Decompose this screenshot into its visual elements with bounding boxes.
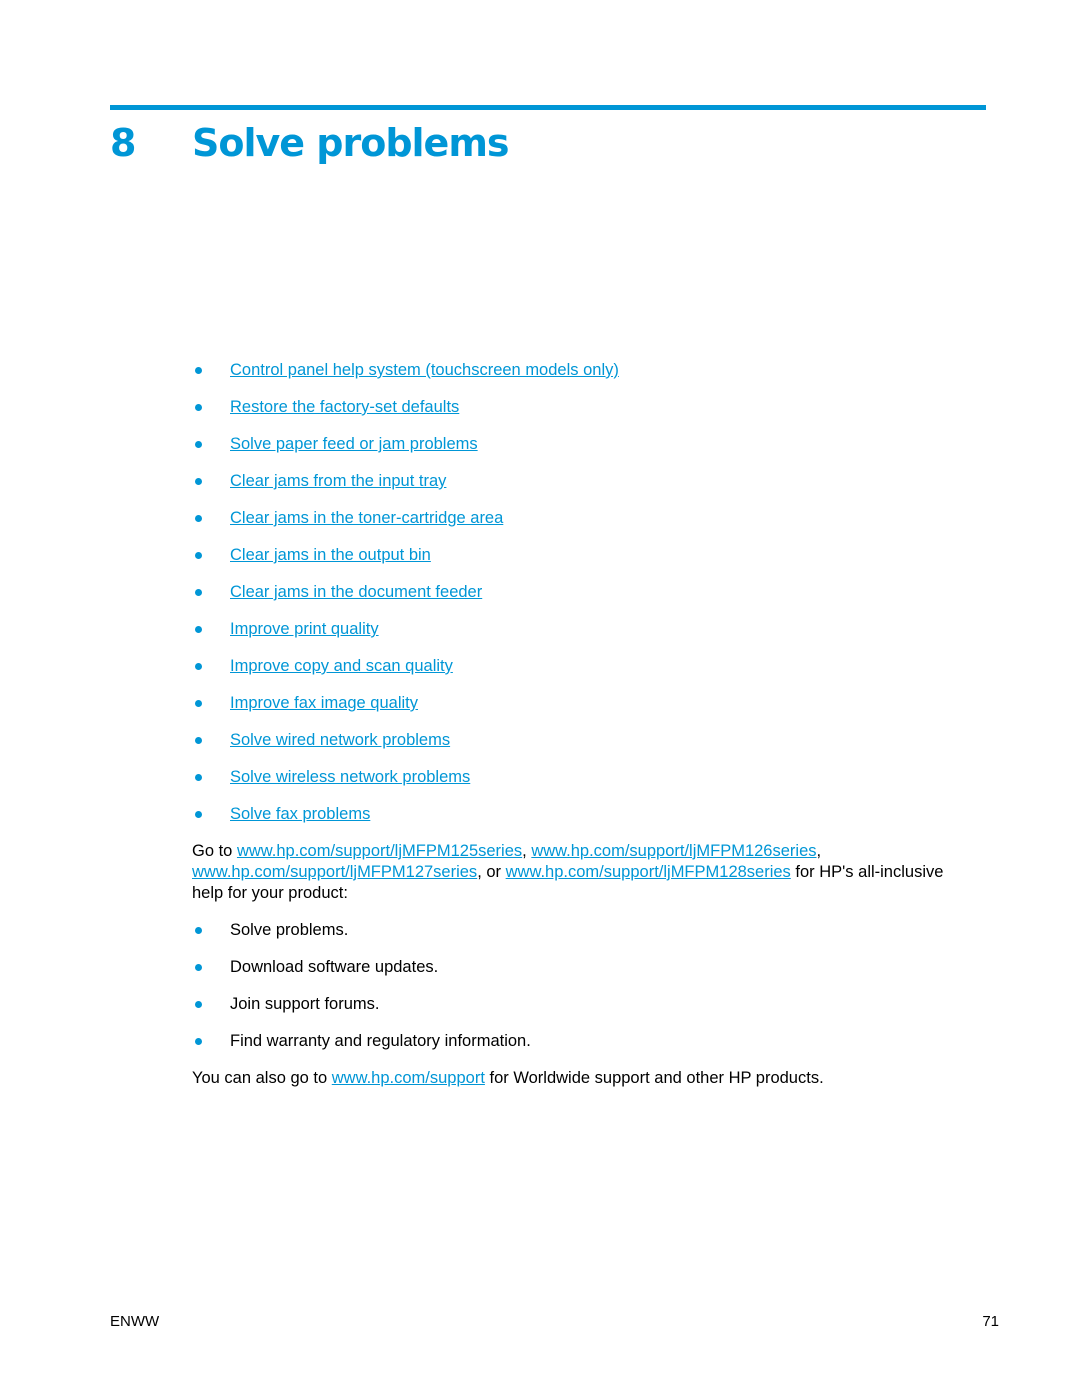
toc-link-copy-scan-quality[interactable]: Improve copy and scan quality: [230, 657, 453, 675]
support-link-m128[interactable]: www.hp.com/support/ljMFPM128series: [506, 863, 791, 881]
bullet-icon: [195, 626, 202, 633]
bullet-icon: [195, 367, 202, 374]
support-item-label: Find warranty and regulatory information…: [230, 1032, 531, 1050]
toc-list-item: Clear jams from the input tray: [192, 471, 952, 508]
toc-link-fax-problems[interactable]: Solve fax problems: [230, 805, 370, 823]
bullet-icon: [195, 811, 202, 818]
toc-link-restore-defaults[interactable]: Restore the factory-set defaults: [230, 398, 459, 416]
support-list-item: Download software updates.: [192, 957, 952, 994]
bullet-icon: [195, 1001, 202, 1008]
toc-list-item: Clear jams in the output bin: [192, 545, 952, 582]
chapter-number: 8: [110, 121, 136, 165]
bullet-icon: [195, 552, 202, 559]
toc-list-item: Control panel help system (touchscreen m…: [192, 360, 952, 397]
toc-link-jams-output-bin[interactable]: Clear jams in the output bin: [230, 546, 431, 564]
toc-list-item: Improve print quality: [192, 619, 952, 656]
support-paragraph: Go to www.hp.com/support/ljMFPM125series…: [192, 841, 952, 904]
footer-locale-code: ENWW: [110, 1313, 160, 1330]
toc-list-item: Solve paper feed or jam problems: [192, 434, 952, 471]
bullet-icon: [195, 1038, 202, 1045]
separator: ,: [522, 842, 532, 860]
support-item-label: Solve problems.: [230, 921, 349, 939]
support-link-m127[interactable]: www.hp.com/support/ljMFPM127series: [192, 863, 477, 881]
bullet-icon: [195, 964, 202, 971]
toc-link-paper-feed-jam[interactable]: Solve paper feed or jam problems: [230, 435, 478, 453]
support-link-m125[interactable]: www.hp.com/support/ljMFPM125series: [237, 842, 522, 860]
chapter-title: Solve problems: [192, 121, 510, 165]
support-item-list: Solve problems. Download software update…: [192, 920, 952, 1068]
toc-link-wired-network[interactable]: Solve wired network problems: [230, 731, 450, 749]
worldwide-paragraph-suffix: for Worldwide support and other HP produ…: [484, 1069, 824, 1087]
toc-list-item: Improve copy and scan quality: [192, 656, 952, 693]
bullet-icon: [195, 737, 202, 744]
toc-link-jams-toner-cartridge[interactable]: Clear jams in the toner-cartridge area: [230, 509, 503, 527]
worldwide-support-paragraph: You can also go to www.hp.com/support fo…: [192, 1068, 952, 1089]
toc-list-item: Solve wired network problems: [192, 730, 952, 767]
separator: , or: [477, 863, 506, 881]
support-item-label: Join support forums.: [230, 995, 380, 1013]
page-number: 71: [982, 1313, 999, 1330]
toc-list-item: Clear jams in the toner-cartridge area: [192, 508, 952, 545]
worldwide-paragraph-prefix: You can also go to: [192, 1069, 332, 1087]
toc-list-item: Solve fax problems: [192, 804, 952, 841]
bullet-icon: [195, 478, 202, 485]
toc-list-item: Solve wireless network problems: [192, 767, 952, 804]
toc-link-fax-image-quality[interactable]: Improve fax image quality: [230, 694, 418, 712]
bullet-icon: [195, 589, 202, 596]
support-paragraph-prefix: Go to: [192, 842, 237, 860]
support-list-item: Solve problems.: [192, 920, 952, 957]
chapter-rule: [110, 105, 986, 110]
support-list-item: Join support forums.: [192, 994, 952, 1031]
bullet-icon: [195, 441, 202, 448]
bullet-icon: [195, 663, 202, 670]
toc-list-item: Clear jams in the document feeder: [192, 582, 952, 619]
toc-link-print-quality[interactable]: Improve print quality: [230, 620, 379, 638]
chapter-content: Control panel help system (touchscreen m…: [192, 360, 952, 1089]
bullet-icon: [195, 515, 202, 522]
toc-link-wireless-network[interactable]: Solve wireless network problems: [230, 768, 470, 786]
separator: ,: [816, 842, 822, 860]
bullet-icon: [195, 700, 202, 707]
toc-link-list: Control panel help system (touchscreen m…: [192, 360, 952, 841]
bullet-icon: [195, 404, 202, 411]
toc-link-jams-document-feeder[interactable]: Clear jams in the document feeder: [230, 583, 482, 601]
worldwide-support-link[interactable]: www.hp.com/support: [332, 1069, 485, 1087]
support-link-m126[interactable]: www.hp.com/support/ljMFPM126series: [531, 842, 816, 860]
toc-link-control-panel-help[interactable]: Control panel help system (touchscreen m…: [230, 361, 619, 379]
chapter-heading: 8 Solve problems: [110, 116, 510, 170]
support-list-item: Find warranty and regulatory information…: [192, 1031, 952, 1068]
toc-list-item: Restore the factory-set defaults: [192, 397, 952, 434]
support-item-label: Download software updates.: [230, 958, 439, 976]
toc-list-item: Improve fax image quality: [192, 693, 952, 730]
toc-link-jams-input-tray[interactable]: Clear jams from the input tray: [230, 472, 446, 490]
bullet-icon: [195, 774, 202, 781]
bullet-icon: [195, 927, 202, 934]
